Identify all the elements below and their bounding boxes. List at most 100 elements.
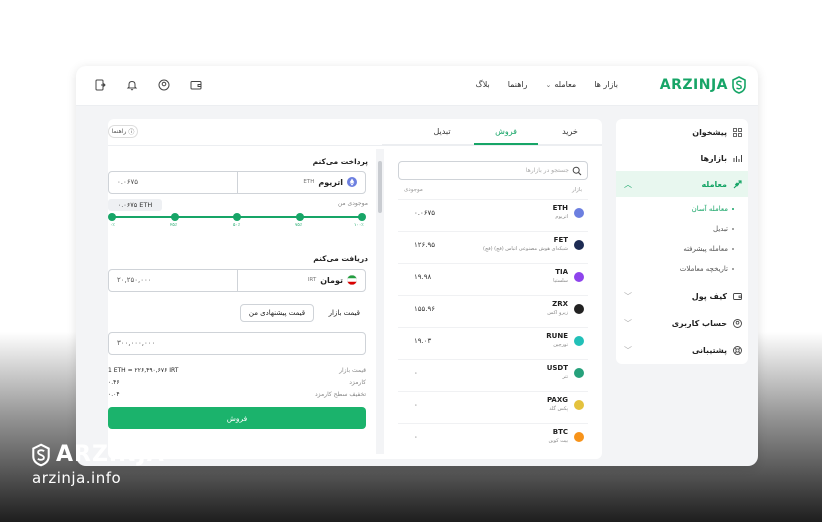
tabs-divider xyxy=(108,145,602,146)
receive-label: دریافت می‌کنم xyxy=(313,254,368,263)
market-row[interactable]: ۰ PAXG پکس گلد xyxy=(398,391,588,417)
sidebar-item-label: حساب کاربری xyxy=(671,318,727,328)
pay-label: پرداخت می‌کنم xyxy=(312,157,368,166)
slider-knob[interactable] xyxy=(295,213,304,221)
tab-convert[interactable]: تبدیل xyxy=(410,127,474,136)
market-name: زیرو اکس xyxy=(547,310,568,316)
wallet-icon[interactable] xyxy=(190,79,202,91)
chevron-up-icon: ︿ xyxy=(624,179,632,189)
slider-knob[interactable] xyxy=(170,213,179,221)
coin-icon xyxy=(574,400,584,410)
chevron-down-icon: ⌄ xyxy=(545,80,552,89)
market-balance: ۰ xyxy=(414,401,418,409)
sell-submit-button[interactable]: فروش xyxy=(108,407,366,429)
input-divider xyxy=(237,172,238,193)
balance-label: موجودی من xyxy=(337,200,368,207)
price-input[interactable]: ۳۰۰,۰۰۰,۰۰۰ xyxy=(108,332,366,355)
chart-icon xyxy=(733,154,742,162)
sidebar-subitem-easy-trade[interactable]: معامله آسان xyxy=(692,205,734,213)
pay-currency: اتریوم xyxy=(318,177,343,187)
sidebar-item-trade[interactable]: ︿ معامله xyxy=(616,171,748,197)
sidebar-item-label: بازارها xyxy=(700,153,727,163)
sell-form: پرداخت می‌کنم ۰.۰۶۷۵ اتریوم ETH موجودی م… xyxy=(108,149,368,454)
chevron-down-icon: ﹀ xyxy=(624,291,632,301)
market-name: سلستیا xyxy=(553,278,568,284)
info-value: 1 ETH = ۲۲۶,۴۹۰,۶۷۶ IRT xyxy=(108,367,179,374)
sidebar-item-markets[interactable]: بازارها xyxy=(616,145,748,171)
brand-row: ARZINJA xyxy=(32,442,165,467)
market-row[interactable]: ۱۲۶.۹۵ FET (فچ) شبکه‌ای هوش مصنوعی اتباس (… xyxy=(398,231,588,257)
market-balance: ۰ xyxy=(414,369,418,377)
amount-slider[interactable] xyxy=(108,212,366,222)
scrollbar-thumb[interactable] xyxy=(378,161,382,213)
slider-knob[interactable] xyxy=(233,213,241,221)
eth-icon xyxy=(347,177,357,187)
receive-input[interactable]: ۲۰,۲۵۰,۰۰۰ تومان IRT xyxy=(108,269,366,292)
sub-item-label: تاریخچه معاملات xyxy=(679,265,728,273)
coin-icon xyxy=(574,368,584,378)
pay-symbol: ETH xyxy=(303,179,315,185)
user-icon[interactable] xyxy=(158,79,170,91)
logo[interactable]: ARZINJA xyxy=(660,76,746,94)
column-header-market: بازار xyxy=(571,187,582,193)
tab-sell[interactable]: فروش xyxy=(474,127,538,136)
iran-flag-icon xyxy=(347,275,357,285)
tab-buy[interactable]: خرید xyxy=(538,127,602,136)
sidebar-subitem-history[interactable]: تاریخچه معاملات xyxy=(680,265,734,273)
market-symbol: BTC xyxy=(552,428,568,436)
sidebar-item-wallet[interactable]: ﹀ کیف پول xyxy=(616,283,748,309)
slider-knob[interactable] xyxy=(358,213,366,221)
coin-icon xyxy=(574,240,584,250)
tick-label: ۷۵٪ xyxy=(295,223,303,228)
receive-amount: ۲۰,۲۵۰,۰۰۰ xyxy=(117,276,152,284)
sidebar-subitem-advanced-trade[interactable]: معامله پیشرفته xyxy=(683,245,734,253)
user-icon xyxy=(733,318,742,328)
pay-currency-select[interactable]: اتریوم ETH xyxy=(303,177,357,187)
market-symbol: ZRX xyxy=(552,300,568,308)
column-header-balance: موجودی xyxy=(404,187,423,193)
bullet-icon xyxy=(732,248,734,250)
wallet-icon xyxy=(733,292,742,300)
market-row[interactable]: ۱۵۵.۹۶ ZRX زیرو اکس xyxy=(398,295,588,321)
sidebar-subitem-convert[interactable]: تبدیل xyxy=(713,225,734,233)
market-row[interactable]: ۰ USDT تتر xyxy=(398,359,588,385)
slider-ticks: ۰٪ ۲۵٪ ۵۰٪ ۷۵٪ ۱۰۰٪ xyxy=(108,223,366,231)
market-row[interactable]: ۰.۰۶۷۵ ETH اتریوم xyxy=(398,199,588,225)
bell-icon[interactable] xyxy=(126,79,138,91)
nav-blog[interactable]: بلاگ xyxy=(476,80,490,89)
receive-currency-select[interactable]: تومان IRT xyxy=(308,275,357,285)
market-price-button[interactable]: قیمت بازار xyxy=(329,309,360,317)
logout-icon[interactable] xyxy=(94,79,106,91)
nav-markets[interactable]: بازار ها xyxy=(594,80,618,89)
market-search-input[interactable]: جستجو در بازارها xyxy=(398,161,588,180)
sidebar-item-label: کیف پول xyxy=(691,291,727,301)
logo-text: ARZINJA xyxy=(659,77,728,93)
sidebar-item-support[interactable]: ﹀ پشتیبانی xyxy=(616,337,748,363)
market-row[interactable]: ۱۹.۹۸ TIA سلستیا xyxy=(398,263,588,289)
market-balance: ۱۲۶.۹۵ xyxy=(414,241,436,249)
market-symbol: ETH xyxy=(552,204,568,212)
slider-knob[interactable] xyxy=(108,213,116,221)
sidebar-item-label: پیشخوان xyxy=(692,127,727,137)
sidebar-item-account[interactable]: ﹀ حساب کاربری xyxy=(616,310,748,336)
nav-trade[interactable]: معامله ⌄ xyxy=(546,80,577,89)
market-symbol: FET xyxy=(553,236,568,244)
top-bar: ARZINJA بازار ها معامله ⌄ راهنما بلاگ xyxy=(76,66,758,106)
brand-url[interactable]: arzinja.info xyxy=(32,469,165,487)
brand-logo-icon xyxy=(32,443,50,466)
pay-input[interactable]: ۰.۰۶۷۵ اتریوم ETH xyxy=(108,171,366,194)
market-row[interactable]: ۱۹.۰۳ RUNE تورچین xyxy=(398,327,588,353)
bullet-icon xyxy=(732,208,734,210)
coin-icon xyxy=(574,272,584,282)
nav-guide[interactable]: راهنما xyxy=(508,80,528,89)
market-row[interactable]: ۰ BTC بیت کوین xyxy=(398,423,588,449)
balance-badge[interactable]: ۰.۰۶۷۵ ETH xyxy=(108,199,162,211)
guide-button[interactable]: راهنما ⓘ xyxy=(108,125,138,138)
support-icon xyxy=(733,345,742,355)
sidebar-item-dashboard[interactable]: پیشخوان xyxy=(616,119,748,145)
info-key: تخفیف سطح کارمزد xyxy=(314,391,366,398)
suggested-price-button[interactable]: قیمت پیشنهادی من xyxy=(240,304,314,322)
sidebar-item-label: معامله xyxy=(701,179,727,189)
sidebar: پیشخوان بازارها ︿ معامله معامله آسان تبد… xyxy=(616,119,748,364)
pay-amount: ۰.۰۶۷۵ xyxy=(117,178,139,186)
